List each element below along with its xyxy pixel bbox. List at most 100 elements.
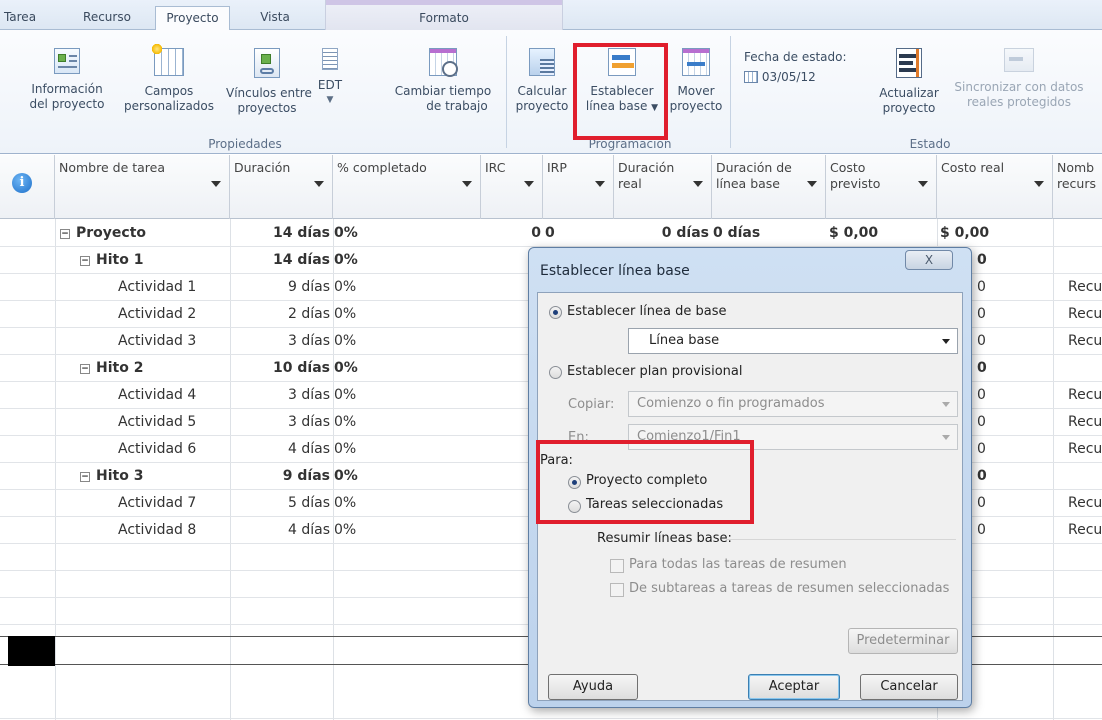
header-duration[interactable]: Duración — [230, 155, 333, 219]
task-name-cell: − Proyecto — [60, 225, 147, 241]
header-pct-complete[interactable]: % completado — [333, 155, 481, 219]
move-project-button[interactable]: Mover proyecto — [666, 48, 726, 114]
header-resource-names[interactable]: Nomb recurs — [1053, 155, 1102, 219]
update-project-button[interactable]: Actualizar proyecto — [874, 48, 944, 116]
collapse-icon[interactable]: − — [80, 256, 90, 266]
tab-tarea[interactable]: Tarea — [0, 6, 40, 30]
copy-select[interactable]: Comienzo o fin programados — [628, 391, 958, 417]
tab-proyecto[interactable]: Proyecto — [155, 6, 230, 31]
dialog-title: Establecer línea base — [540, 263, 690, 279]
actual-cost-cell: 0 — [977, 279, 986, 295]
header-irp[interactable]: IRP — [543, 155, 614, 219]
pct-cell: 0% — [334, 414, 357, 430]
filter-arrow-icon[interactable] — [693, 181, 703, 187]
filter-arrow-icon[interactable] — [211, 181, 221, 187]
help-button[interactable]: Ayuda — [548, 674, 638, 700]
pct-cell: 0% — [334, 279, 357, 295]
ribbon-separator — [506, 36, 507, 148]
link-icon — [254, 48, 280, 78]
update-project-icon — [896, 48, 922, 78]
cost-cell: $ 0,00 — [829, 225, 879, 241]
resource-cell: Recur — [1068, 306, 1102, 322]
actual-cost-cell: 0 — [977, 252, 987, 268]
set-interim-plan-label: Establecer plan provisional — [567, 364, 743, 379]
irp-cell: 0 — [545, 225, 555, 241]
header-task-name-label: Nombre de tarea — [59, 160, 166, 175]
move-project-label-2: proyecto — [669, 99, 723, 113]
rollup-selected-label: De subtareas a tareas de resumen selecci… — [629, 581, 950, 596]
duration-cell: 4 días — [287, 522, 330, 538]
dialog-close-button[interactable]: X — [905, 250, 953, 270]
actual-cost-cell: $ 0,00 — [940, 225, 990, 241]
collapse-icon[interactable]: − — [80, 472, 90, 482]
table-row[interactable]: − Proyecto 14 días 0% 0 0 0 días 0 días $… — [0, 220, 1102, 247]
sync-protected-actuals-button[interactable]: Sincronizar con datos reales protegidos — [944, 48, 1094, 110]
project-info-label-2: del proyecto — [29, 97, 105, 111]
links-between-projects-button[interactable]: Vínculos entre proyectos — [226, 48, 312, 116]
change-working-time-label-1: Cambiar tiempo — [394, 84, 492, 98]
pct-cell: 0% — [334, 225, 358, 241]
custom-fields-button[interactable]: Campos personalizados — [110, 43, 228, 114]
calculate-project-button[interactable]: Calcular proyecto — [512, 48, 572, 114]
filter-arrow-icon[interactable] — [595, 181, 605, 187]
set-interim-plan-radio[interactable] — [549, 366, 562, 379]
rollup-all-checkbox[interactable] — [610, 559, 624, 573]
header-actual-cost[interactable]: Costo real — [937, 155, 1053, 219]
set-baseline-radio[interactable] — [549, 306, 562, 319]
duration-cell: 14 días — [273, 252, 330, 268]
resource-cell: Recur — [1068, 414, 1102, 430]
header-actual-duration-label-1: Duración — [618, 160, 675, 175]
wbs-dropdown-icon: ▼ — [326, 95, 334, 105]
filter-arrow-icon[interactable] — [918, 181, 928, 187]
tab-formato[interactable]: Formato — [325, 0, 563, 30]
header-cost-label-1: Costo — [830, 160, 866, 175]
project-info-button[interactable]: Información del proyecto — [18, 48, 116, 112]
duration-cell: 9 días — [287, 279, 330, 295]
header-irc[interactable]: IRC — [481, 155, 543, 219]
rollup-label: Resumir líneas base: — [597, 531, 732, 546]
duration-cell: 3 días — [287, 387, 330, 403]
header-duration-label: Duración — [234, 160, 291, 175]
duration-cell: 10 días — [273, 360, 330, 376]
task-name-cell: Actividad 5 — [118, 414, 197, 430]
calculate-label-1: Calcular — [517, 84, 567, 98]
status-date-value: 03/05/12 — [761, 70, 816, 84]
header-task-name[interactable]: Nombre de tarea — [55, 155, 230, 219]
header-actual-duration[interactable]: Duración real — [614, 155, 712, 219]
tab-vista[interactable]: Vista — [240, 6, 310, 30]
cancel-button[interactable]: Cancelar — [860, 674, 958, 700]
filter-arrow-icon[interactable] — [1034, 181, 1044, 187]
ok-button[interactable]: Aceptar — [748, 674, 840, 700]
move-project-icon — [682, 48, 710, 76]
calendar-icon — [744, 71, 758, 83]
duration-cell: 3 días — [287, 333, 330, 349]
copy-label: Copiar: — [568, 397, 615, 412]
filter-arrow-icon[interactable] — [807, 181, 817, 187]
wbs-button[interactable]: EDT ▼ — [310, 48, 350, 108]
header-cost[interactable]: Costo previsto — [826, 155, 937, 219]
filter-arrow-icon[interactable] — [314, 181, 324, 187]
change-working-time-button[interactable]: Cambiar tiempo de trabajo — [384, 48, 502, 114]
set-default-button[interactable]: Predeterminar — [848, 628, 958, 654]
pct-cell: 0% — [334, 387, 357, 403]
calculator-icon — [529, 48, 555, 76]
header-baseline-duration[interactable]: Duración de línea base — [712, 155, 826, 219]
status-date-control[interactable]: Fecha de estado: 03/05/12 — [744, 50, 874, 85]
copy-select-value: Comienzo o fin programados — [637, 396, 825, 411]
baseline-select[interactable]: Línea base — [628, 328, 958, 354]
baseline-select-value: Línea base — [649, 333, 720, 348]
filter-arrow-icon[interactable] — [524, 181, 534, 187]
rollup-selected-checkbox[interactable] — [610, 583, 624, 597]
wbs-label: EDT — [317, 78, 343, 92]
collapse-icon[interactable]: − — [60, 229, 70, 239]
task-name-cell: Actividad 3 — [118, 333, 197, 349]
header-irc-label: IRC — [485, 160, 506, 175]
collapse-icon[interactable]: − — [80, 364, 90, 374]
pct-cell: 0% — [334, 522, 357, 538]
actual-duration-cell: 0 días — [661, 225, 709, 241]
actual-cost-cell: 0 — [977, 306, 986, 322]
filter-arrow-icon[interactable] — [462, 181, 472, 187]
actual-cost-cell: 0 — [977, 360, 987, 376]
tab-recurso[interactable]: Recurso — [70, 6, 144, 30]
dropdown-arrow-icon — [942, 339, 950, 344]
